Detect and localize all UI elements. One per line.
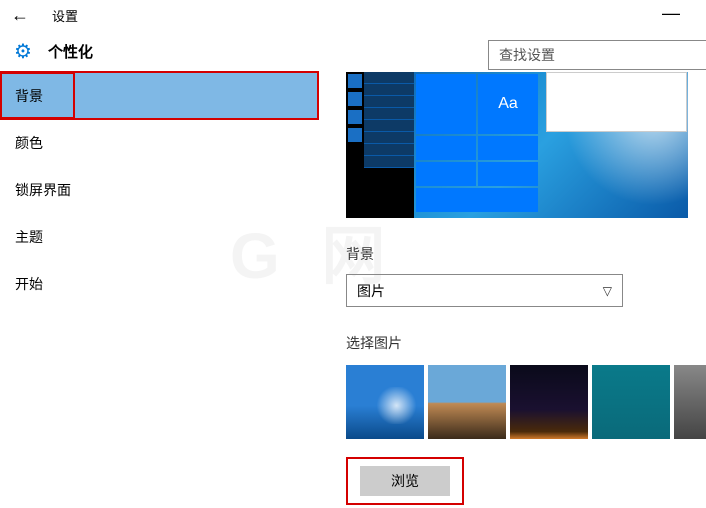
sidebar-item-start[interactable]: 开始: [0, 260, 318, 307]
sidebar-item-label: 背景: [15, 86, 43, 106]
background-type-dropdown[interactable]: 图片 ▽: [346, 274, 623, 307]
preview-start-menu: Aa: [364, 72, 540, 218]
back-arrow-icon: ←: [11, 5, 29, 26]
gear-icon: ⚙: [14, 39, 32, 64]
picture-thumb[interactable]: [428, 365, 506, 439]
sidebar-item-background[interactable]: 背景: [0, 72, 318, 119]
browse-highlight: 浏览: [346, 457, 464, 505]
dropdown-selected: 图片: [357, 281, 385, 301]
preview-sample-text-tile: Aa: [478, 74, 538, 134]
header: ⚙ 个性化 查找设置: [0, 30, 706, 72]
sidebar-item-label: 锁屏界面: [15, 180, 71, 200]
sidebar-item-colors[interactable]: 颜色: [0, 119, 318, 166]
main: 背景 颜色 锁屏界面 主题 开始 Aa: [0, 72, 706, 508]
sidebar-item-label: 开始: [15, 274, 43, 294]
desktop-preview: Aa: [346, 72, 688, 218]
picture-thumb[interactable]: [674, 365, 706, 439]
search-placeholder: 查找设置: [499, 45, 555, 65]
choose-picture-label: 选择图片: [346, 333, 706, 353]
picture-thumb[interactable]: [346, 365, 424, 439]
titlebar: ← 设置 —: [0, 0, 706, 30]
chevron-down-icon: ▽: [603, 284, 612, 298]
picture-thumbnails: [346, 365, 706, 439]
sidebar-item-label: 颜色: [15, 133, 43, 153]
window-title: 设置: [52, 6, 78, 25]
search-input[interactable]: 查找设置: [488, 40, 706, 70]
back-button[interactable]: ←: [8, 3, 32, 27]
page-title: 个性化: [48, 41, 93, 62]
picture-thumb[interactable]: [510, 365, 588, 439]
sidebar-item-lockscreen[interactable]: 锁屏界面: [0, 166, 318, 213]
minimize-button[interactable]: —: [656, 8, 686, 18]
preview-window: [546, 72, 687, 132]
sidebar-item-themes[interactable]: 主题: [0, 213, 318, 260]
sidebar-item-label: 主题: [15, 227, 43, 247]
browse-button[interactable]: 浏览: [360, 466, 450, 496]
content-panel: Aa 背景 图片 ▽ 选择图片 浏览: [318, 72, 706, 508]
background-label: 背景: [346, 244, 706, 264]
preview-taskbar: [346, 72, 364, 218]
sidebar: 背景 颜色 锁屏界面 主题 开始: [0, 72, 318, 508]
picture-thumb[interactable]: [592, 365, 670, 439]
